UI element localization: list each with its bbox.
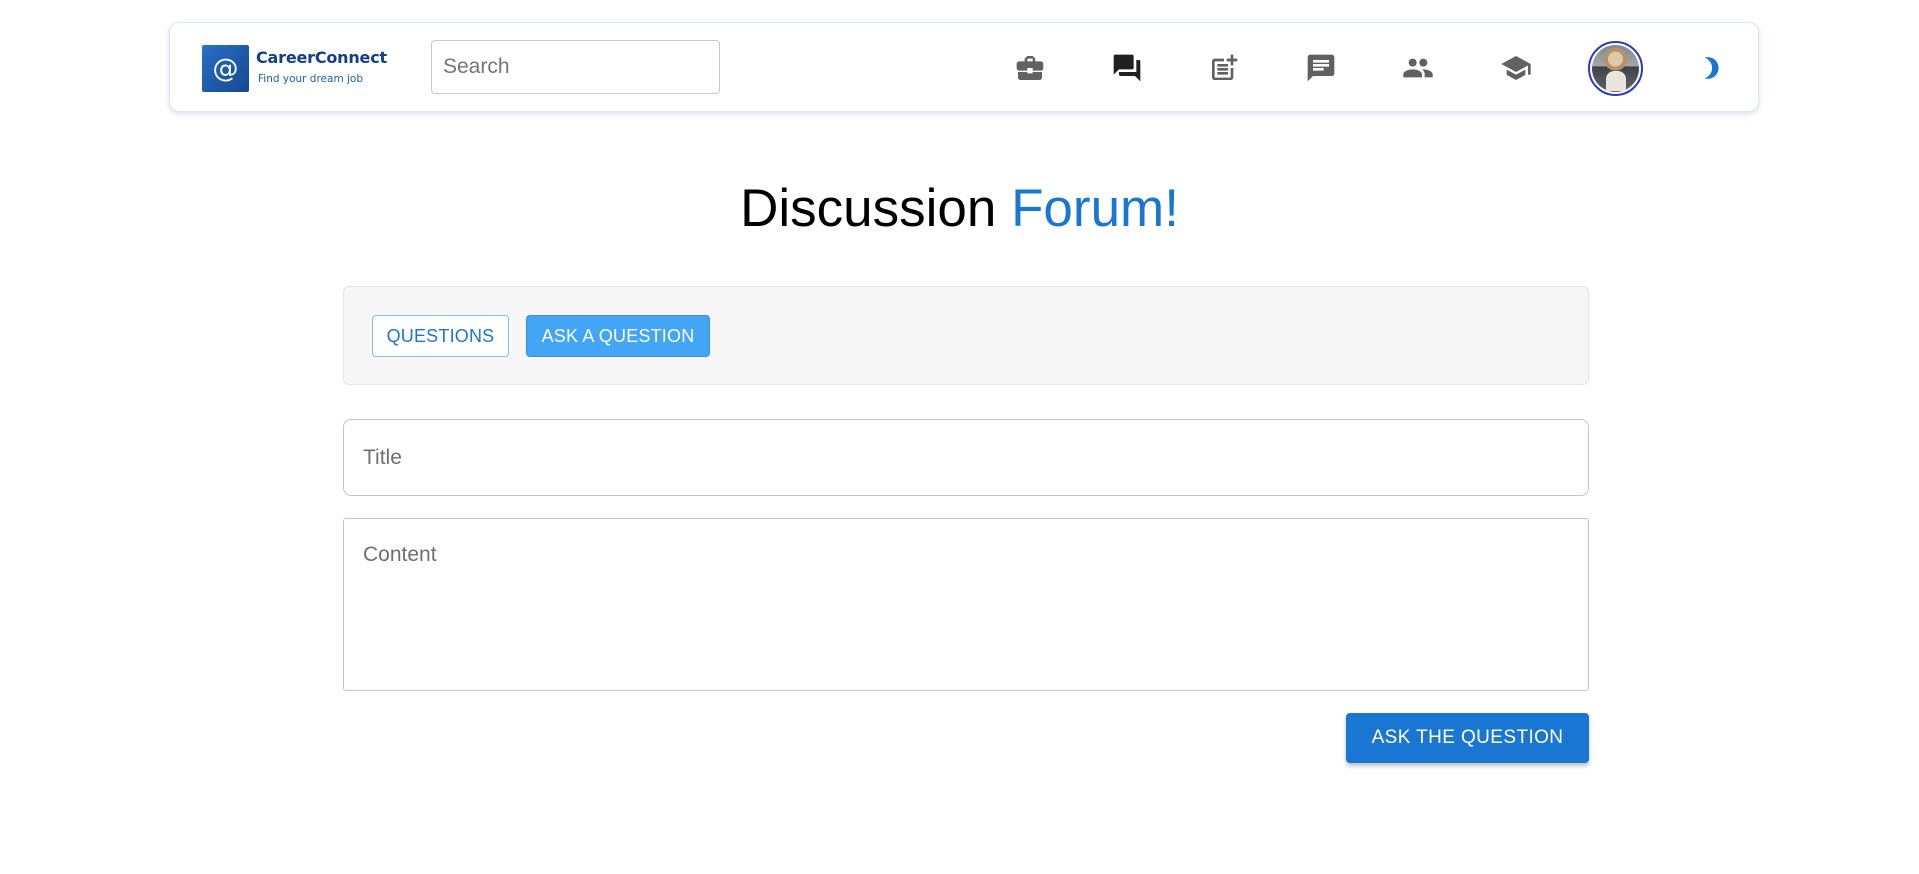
question-content-field[interactable] [343,518,1589,691]
theme-toggle[interactable] [1698,55,1724,81]
moon-icon [1704,57,1719,79]
post-add-icon [1212,54,1238,80]
brand-logo[interactable]: @ CareerConnect Find your dream job [202,45,387,92]
nav-jobs[interactable] [1013,51,1047,85]
tab-ask-question[interactable]: ASK A QUESTION [526,315,710,357]
school-icon [1501,56,1531,80]
user-avatar[interactable] [1588,41,1643,96]
forum-tab-bar: QUESTIONS ASK A QUESTION [343,286,1589,385]
brand-name: CareerConnect [256,48,387,67]
tab-questions[interactable]: QUESTIONS [372,315,509,357]
logo-at-icon: @ [202,45,249,92]
briefcase-icon [1016,56,1044,80]
nav-messages[interactable] [1304,51,1338,85]
ask-question-submit-button[interactable]: ASK THE QUESTION [1346,713,1589,763]
page-title-main: Discussion [740,179,1012,238]
page-title: Discussion Forum! [0,178,1919,239]
nav-learning[interactable] [1499,51,1533,85]
nav-post[interactable] [1207,51,1241,85]
nav-forum[interactable] [1110,51,1144,85]
nav-network[interactable] [1401,51,1435,85]
chat-icon [1307,54,1335,82]
search-input[interactable] [431,40,720,94]
top-navbar: @ CareerConnect Find your dream job [169,22,1759,112]
people-icon [1403,58,1433,78]
brand-tagline: Find your dream job [258,73,364,85]
avatar-image [1592,45,1639,92]
question-title-field[interactable] [343,419,1589,496]
logo-text: CareerConnect Find your dream job [256,45,387,85]
page-title-accent: Forum! [1011,179,1179,238]
forum-icon [1113,54,1141,82]
